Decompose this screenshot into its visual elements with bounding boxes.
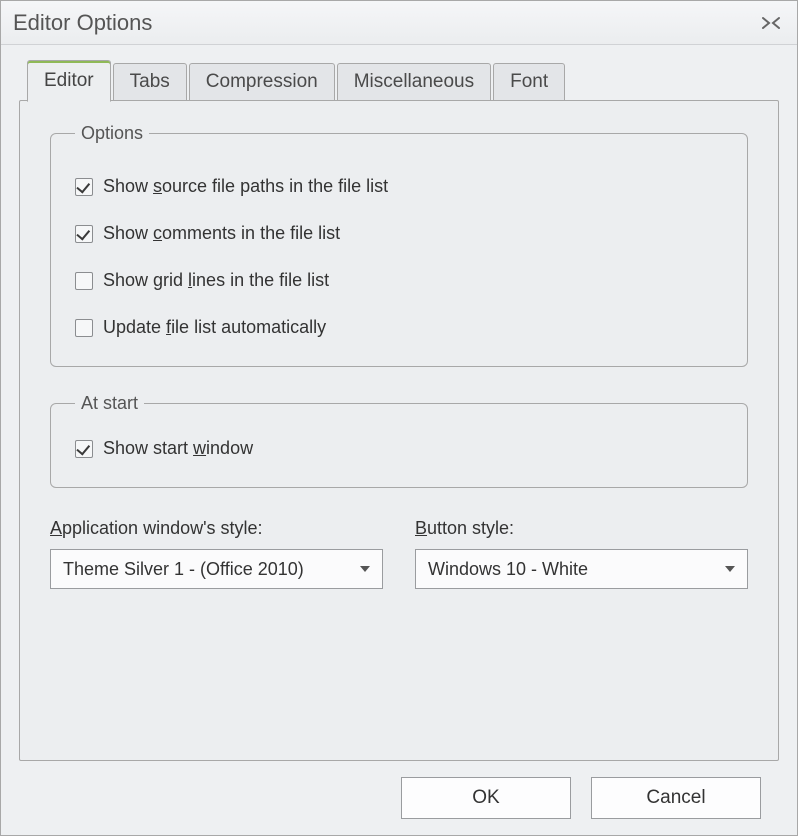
checkbox-icon[interactable] — [75, 178, 93, 196]
cancel-button[interactable]: Cancel — [591, 777, 761, 819]
opt-show-source-paths[interactable]: Show source file paths in the file list — [75, 176, 723, 197]
tab-compression[interactable]: Compression — [189, 63, 335, 101]
tab-font[interactable]: Font — [493, 63, 565, 101]
tab-miscellaneous[interactable]: Miscellaneous — [337, 63, 491, 101]
checkbox-label: Show comments in the file list — [103, 223, 340, 244]
checkbox-label: Update file list automatically — [103, 317, 326, 338]
style-row: Application window's style: Theme Silver… — [50, 518, 748, 589]
group-at-start-legend: At start — [75, 393, 144, 414]
checkbox-icon[interactable] — [75, 225, 93, 243]
app-style-combo[interactable]: Theme Silver 1 - (Office 2010) — [50, 549, 383, 589]
opt-show-comments[interactable]: Show comments in the file list — [75, 223, 723, 244]
app-style-col: Application window's style: Theme Silver… — [50, 518, 383, 589]
opt-show-grid-lines[interactable]: Show grid lines in the file list — [75, 270, 723, 291]
button-style-combo[interactable]: Windows 10 - White — [415, 549, 748, 589]
checkbox-label: Show source file paths in the file list — [103, 176, 388, 197]
tab-strip: Editor Tabs Compression Miscellaneous Fo… — [19, 59, 779, 101]
tab-tabs[interactable]: Tabs — [113, 63, 187, 101]
close-icon[interactable] — [757, 12, 785, 34]
combo-value: Windows 10 - White — [428, 559, 588, 580]
tab-editor[interactable]: Editor — [27, 60, 111, 102]
tab-panel-editor: Options Show source file paths in the fi… — [19, 100, 779, 761]
client-area: Editor Tabs Compression Miscellaneous Fo… — [1, 45, 797, 835]
group-options-legend: Options — [75, 123, 149, 144]
combo-value: Theme Silver 1 - (Office 2010) — [63, 559, 304, 580]
dialog-footer: OK Cancel — [19, 761, 779, 819]
window-title: Editor Options — [13, 10, 757, 36]
checkbox-icon[interactable] — [75, 272, 93, 290]
opt-show-start-window[interactable]: Show start window — [75, 438, 723, 459]
checkbox-icon[interactable] — [75, 440, 93, 458]
chevron-down-icon — [725, 566, 735, 572]
button-style-label: Button style: — [415, 518, 748, 539]
ok-button[interactable]: OK — [401, 777, 571, 819]
titlebar: Editor Options — [1, 1, 797, 45]
group-at-start: At start Show start window — [50, 393, 748, 488]
button-style-col: Button style: Windows 10 - White — [415, 518, 748, 589]
chevron-down-icon — [360, 566, 370, 572]
checkbox-label: Show start window — [103, 438, 253, 459]
opt-update-file-list[interactable]: Update file list automatically — [75, 317, 723, 338]
app-style-label: Application window's style: — [50, 518, 383, 539]
editor-options-dialog: Editor Options Editor Tabs Compression M… — [0, 0, 798, 836]
group-options: Options Show source file paths in the fi… — [50, 123, 748, 367]
checkbox-icon[interactable] — [75, 319, 93, 337]
checkbox-label: Show grid lines in the file list — [103, 270, 329, 291]
